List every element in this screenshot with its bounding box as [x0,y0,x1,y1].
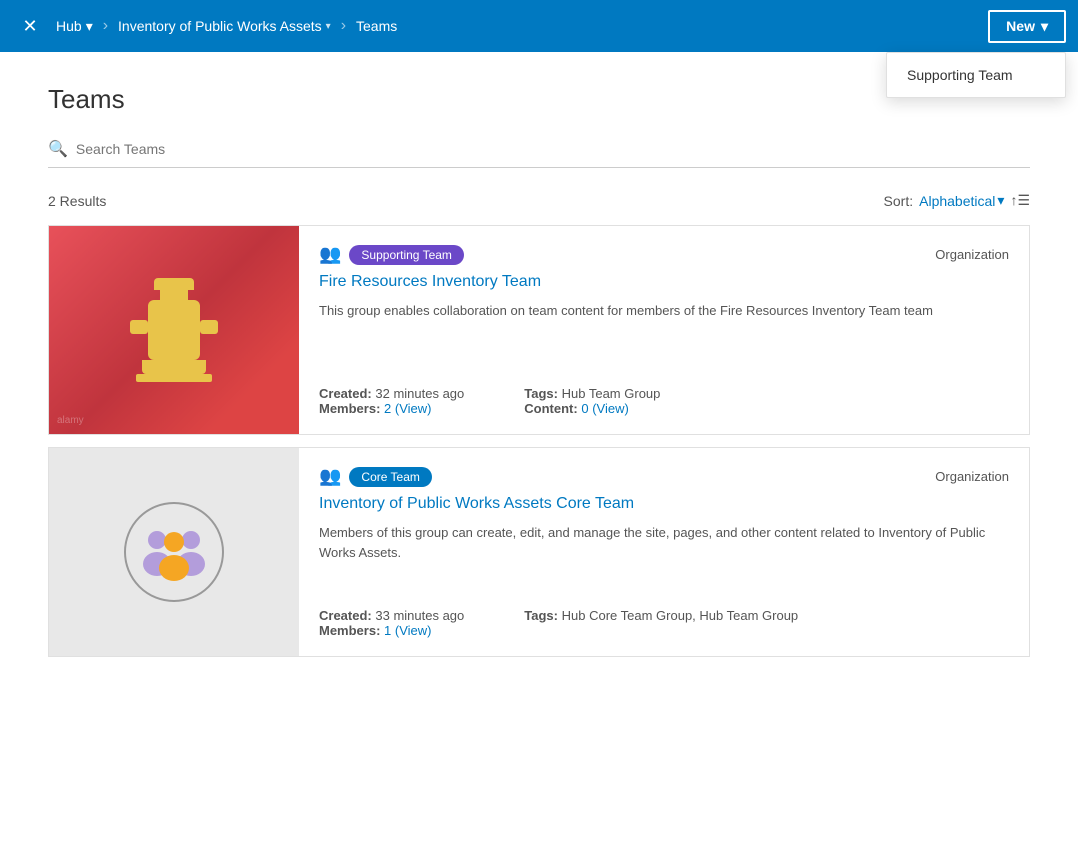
team-meta-right-fire-resources: Tags: Hub Team Group Content: 0 (View) [524,386,660,416]
team-card-header-core-team: 👥 Core Team Organization [319,466,1009,487]
team-name-core-team[interactable]: Inventory of Public Works Assets Core Te… [319,495,1009,513]
core-team-badge: Core Team [349,467,431,487]
members-count-link-fire-resources[interactable]: 2 [384,401,391,416]
created-value-core: 33 minutes ago [375,608,464,623]
breadcrumb-separator-2: › [341,17,346,35]
team-tags-fire-resources: Tags: Hub Team Group [524,386,660,401]
search-bar: 🔍 [48,139,1030,168]
team-type-core-team: Organization [935,469,1009,484]
team-meta-fire-resources: Created: 32 minutes ago Members: 2 (View… [319,386,1009,416]
team-content-fire-resources: Content: 0 (View) [524,401,660,416]
breadcrumb-separator-1: › [103,17,108,35]
tags-label: Tags: [524,386,558,401]
created-label: Created: [319,386,372,401]
team-description-fire-resources: This group enables collaboration on team… [319,301,1009,321]
created-label-core: Created: [319,608,372,623]
search-icon: 🔍 [48,139,68,159]
team-meta-left-fire-resources: Created: 32 minutes ago Members: 2 (View… [319,386,464,416]
breadcrumb-teams-label: Teams [356,18,397,34]
team-meta-core-team: Created: 33 minutes ago Members: 1 (View… [319,608,1009,638]
sort-value: Alphabetical [919,193,995,209]
team-members-fire-resources: Members: 2 (View) [319,401,464,416]
content-count-link-fire-resources[interactable]: 0 [581,401,588,416]
dropdown-item-supporting-team[interactable]: Supporting Team [887,53,1065,97]
breadcrumb-inventory-chevron-icon: ▾ [326,21,331,32]
people-icon-group [124,502,224,602]
members-label-core: Members: [319,623,380,638]
team-card-fire-resources: alamy 👥 Supporting Team Organization Fir… [48,225,1030,435]
team-meta-left-core-team: Created: 33 minutes ago Members: 1 (View… [319,608,464,638]
members-view-link-core[interactable]: (View) [395,623,432,638]
team-card-image-core-team [49,448,299,656]
people-svg-icon [139,522,209,582]
search-input[interactable] [76,141,1030,157]
breadcrumb-teams[interactable]: Teams [348,18,405,34]
content-view-link-fire-resources[interactable]: (View) [592,401,629,416]
team-card-header-left: 👥 Supporting Team [319,244,464,265]
hub-label: Hub [56,18,82,34]
breadcrumb-inventory[interactable]: Inventory of Public Works Assets ▾ [110,18,339,34]
sort-label: Sort: [884,193,914,209]
tags-value: Hub Team Group [562,386,661,401]
members-count-link-core[interactable]: 1 [384,623,391,638]
new-button-label: New [1006,18,1035,34]
hub-nav-item[interactable]: Hub ▾ [48,18,101,35]
supporting-team-badge: Supporting Team [349,245,464,265]
new-button[interactable]: New ▾ [988,10,1066,43]
new-dropdown-menu: Supporting Team [886,52,1066,98]
page-content: Teams 🔍 2 Results Sort: Alphabetical ▾ ↑… [0,52,1078,701]
team-card-body-core-team: 👥 Core Team Organization Inventory of Pu… [299,448,1029,656]
content-label: Content: [524,401,577,416]
team-name-fire-resources[interactable]: Fire Resources Inventory Team [319,273,1009,291]
team-card-header-left-core: 👥 Core Team [319,466,432,487]
team-tags-core-team: Tags: Hub Core Team Group, Hub Team Grou… [524,608,798,623]
page-title: Teams [48,84,1030,115]
team-description-core-team: Members of this group can create, edit, … [319,523,1009,562]
team-card-header-fire-resources: 👥 Supporting Team Organization [319,244,1009,265]
team-meta-right-core-team: Tags: Hub Core Team Group, Hub Team Grou… [524,608,798,638]
team-card-image-fire-resources: alamy [49,226,299,434]
tags-value-core: Hub Core Team Group, Hub Team Group [562,608,799,623]
hub-chevron-icon: ▾ [86,18,93,35]
created-value: 32 minutes ago [375,386,464,401]
team-card-body-fire-resources: 👥 Supporting Team Organization Fire Reso… [299,226,1029,434]
core-team-placeholder [49,448,299,656]
team-members-icon-core: 👥 [319,466,341,487]
sort-order-icon[interactable]: ↑☰ [1010,192,1030,209]
team-card-core-team: 👥 Core Team Organization Inventory of Pu… [48,447,1030,657]
members-label: Members: [319,401,380,416]
app-header: ✕ Hub ▾ › Inventory of Public Works Asse… [0,0,1078,52]
team-type-fire-resources: Organization [935,247,1009,262]
team-created-fire-resources: Created: 32 minutes ago [319,386,464,401]
sort-area: Sort: Alphabetical ▾ ↑☰ [884,192,1030,209]
team-members-icon: 👥 [319,244,341,265]
sort-dropdown[interactable]: Alphabetical ▾ [919,192,1004,209]
team-members-core-team: Members: 1 (View) [319,623,464,638]
results-header: 2 Results Sort: Alphabetical ▾ ↑☰ [48,192,1030,209]
results-count: 2 Results [48,193,106,209]
team-created-core-team: Created: 33 minutes ago [319,608,464,623]
close-button[interactable]: ✕ [12,8,48,44]
hydrant-illustration [136,278,212,382]
sort-chevron-icon: ▾ [997,192,1004,209]
tags-label-core: Tags: [524,608,558,623]
new-button-chevron-icon: ▾ [1041,18,1048,35]
breadcrumb-inventory-label: Inventory of Public Works Assets [118,18,322,34]
members-view-link-fire-resources[interactable]: (View) [395,401,432,416]
